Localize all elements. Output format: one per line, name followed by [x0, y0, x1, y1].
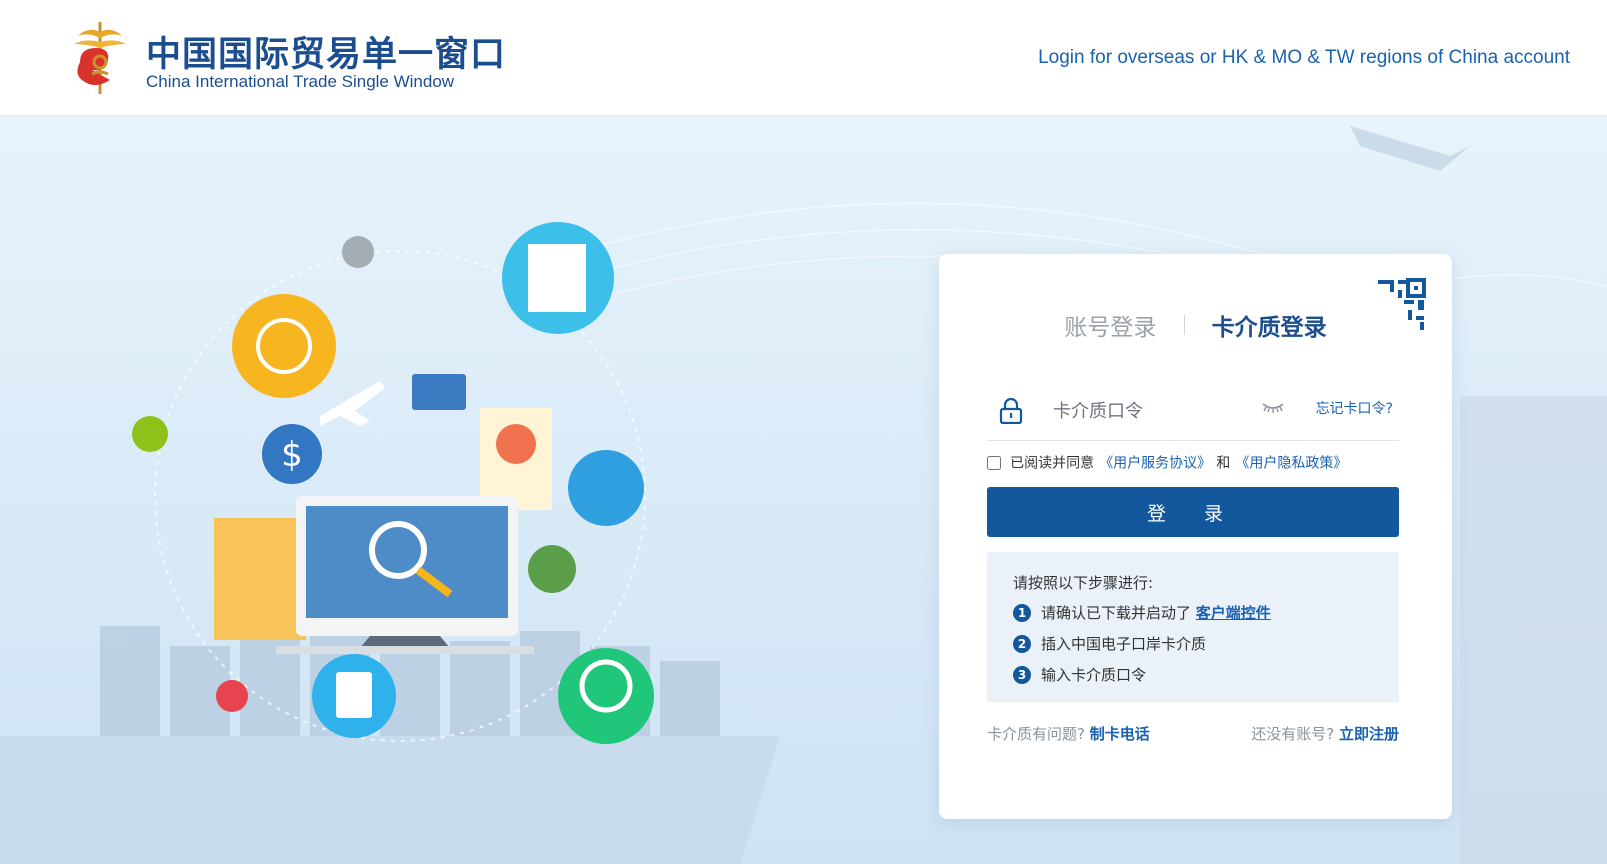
- step-3: 3 输入卡介质口令: [1013, 664, 1146, 685]
- login-card: 账号登录 卡介质登录 忘记卡口令? 已阅读并同意 《用户服务协议》 和 《用户隐…: [939, 254, 1452, 819]
- tab-account-login[interactable]: 账号登录: [1050, 304, 1170, 346]
- agreement-and: 和: [1216, 455, 1231, 472]
- tab-separator: [1183, 315, 1185, 335]
- step-text: 输入卡介质口令: [1041, 666, 1147, 684]
- register-link[interactable]: 立即注册: [1339, 725, 1399, 743]
- client-control-link[interactable]: 客户端控件: [1196, 604, 1271, 622]
- step-number: 2: [1013, 634, 1031, 653]
- step-number: 1: [1013, 603, 1031, 622]
- login-tabs: 账号登录 卡介质登录: [939, 304, 1452, 346]
- step-text: 插入中国电子口岸卡介质: [1041, 635, 1207, 653]
- top-header: 中国国际贸易单一窗口 China International Trade Sin…: [0, 0, 1607, 116]
- login-button[interactable]: 登 录: [987, 487, 1399, 537]
- card-phone-link[interactable]: 制卡电话: [1090, 725, 1150, 743]
- steps-title: 请按照以下步骤进行:: [1013, 574, 1154, 592]
- no-account-text: 还没有账号?: [1251, 725, 1335, 743]
- step-2: 2 插入中国电子口岸卡介质: [1013, 633, 1206, 654]
- site-title-cn: 中国国际贸易单一窗口: [146, 35, 507, 75]
- hero-banner: $ 账号登录 卡介质登录 忘记卡口令? 已阅读并同意 《用户服务协议》 和 《用…: [0, 116, 1607, 864]
- lock-icon: [999, 398, 1023, 424]
- agreement-row: 已阅读并同意 《用户服务协议》 和 《用户隐私政策》: [987, 452, 1407, 474]
- forgot-password-link[interactable]: 忘记卡口令?: [1316, 398, 1393, 418]
- register-row: 还没有账号? 立即注册: [1251, 723, 1399, 744]
- service-agreement-link[interactable]: 《用户服务协议》: [1099, 456, 1211, 472]
- steps-box: 请按照以下步骤进行: 1 请确认已下载并启动了 客户端控件 2 插入中国电子口岸卡介…: [987, 552, 1399, 702]
- tab-card-login[interactable]: 卡介质登录: [1198, 304, 1341, 346]
- step-number: 3: [1013, 665, 1031, 684]
- card-password-row: 忘记卡口令?: [987, 380, 1399, 441]
- agreement-checkbox[interactable]: [987, 455, 1001, 470]
- site-title-en: China International Trade Single Window: [146, 72, 455, 91]
- step-text: 请确认已下载并启动了: [1041, 604, 1192, 622]
- privacy-policy-link[interactable]: 《用户隐私政策》: [1235, 456, 1347, 472]
- card-problem-row: 卡介质有问题? 制卡电话: [987, 723, 1150, 744]
- svg-text:$: $: [281, 435, 303, 475]
- card-problem-text: 卡介质有问题?: [987, 725, 1085, 743]
- eye-closed-icon[interactable]: [1261, 400, 1285, 414]
- agreement-text: 已阅读并同意: [1010, 455, 1095, 472]
- step-1: 1 请确认已下载并启动了 客户端控件: [1013, 602, 1271, 623]
- card-password-input[interactable]: [1051, 394, 1255, 428]
- overseas-login-link[interactable]: Login for overseas or HK & MO & TW regio…: [1038, 47, 1570, 69]
- emblem-logo: [74, 22, 126, 94]
